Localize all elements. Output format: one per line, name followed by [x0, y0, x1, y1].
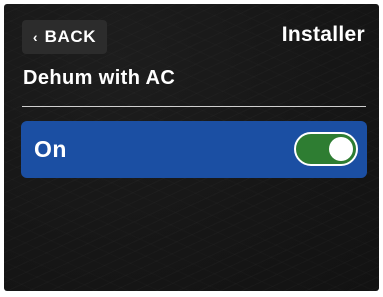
screen-title: Installer — [281, 23, 365, 46]
setting-title: Dehum with AC — [23, 67, 176, 89]
divider — [22, 106, 366, 107]
chevron-left-icon: ‹ — [32, 28, 38, 45]
option-row-on[interactable]: On — [21, 121, 367, 178]
device-screen: ‹ BACK Installer Dehum with AC On — [4, 4, 379, 291]
back-button[interactable]: ‹ BACK — [22, 20, 107, 54]
option-label: On — [34, 136, 67, 162]
back-button-label: BACK — [44, 27, 97, 46]
toggle-knob — [329, 137, 353, 161]
toggle-switch[interactable] — [294, 132, 358, 166]
